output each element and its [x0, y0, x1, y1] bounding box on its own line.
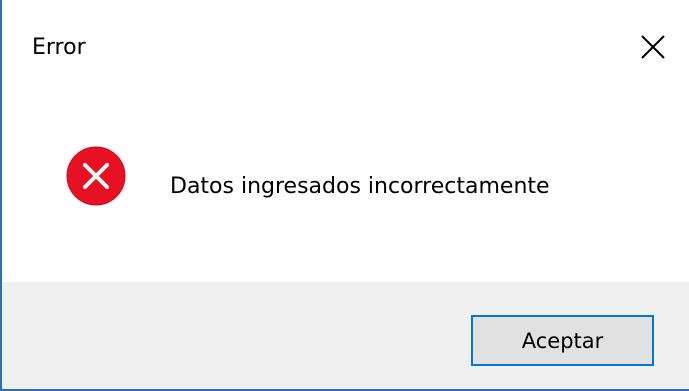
- error-message: Datos ingresados incorrectamente: [170, 174, 550, 199]
- dialog-footer: Aceptar: [2, 282, 689, 389]
- error-icon: [66, 146, 126, 206]
- accept-button[interactable]: Aceptar: [471, 315, 654, 366]
- error-dialog: Error Datos ingresados incorrectamente A…: [0, 0, 689, 391]
- dialog-title: Error: [32, 35, 86, 60]
- accept-button-label: Aceptar: [521, 328, 604, 353]
- close-button[interactable]: [628, 22, 678, 72]
- dialog-content: Datos ingresados incorrectamente: [2, 94, 689, 282]
- title-bar[interactable]: Error: [2, 0, 689, 94]
- close-icon: [641, 35, 665, 59]
